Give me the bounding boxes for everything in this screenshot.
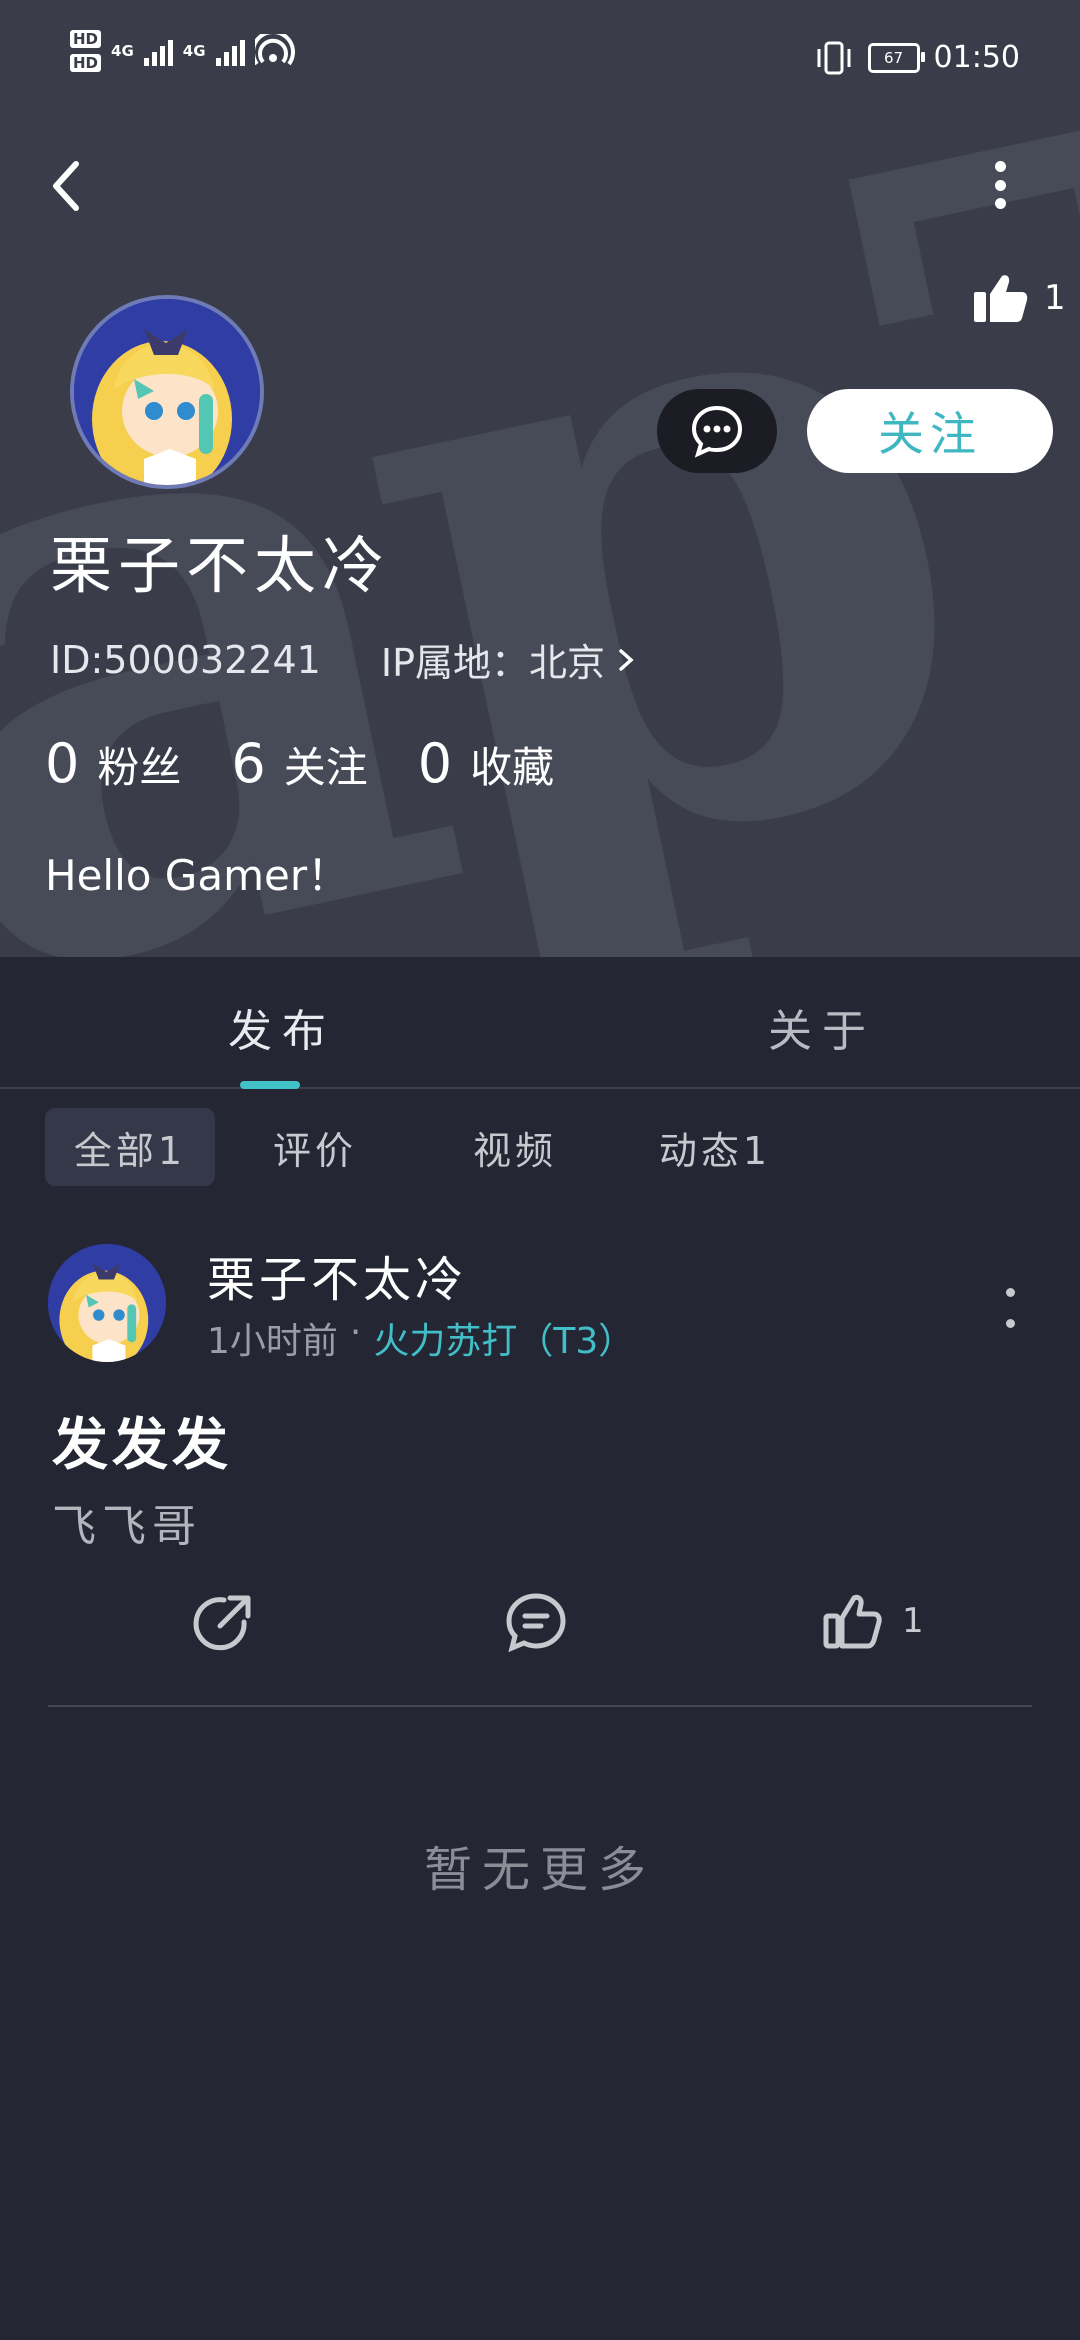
chip-videos[interactable]: 视频 [415,1108,615,1186]
chevron-left-icon [53,161,79,211]
signal-icon [143,36,173,66]
hd-badge-1: HD [70,30,102,48]
post-game-link[interactable]: 火力苏打（T3） [373,1312,634,1364]
message-button[interactable] [657,389,777,473]
thumbs-up-icon [823,1594,882,1649]
post-divider [48,1705,1032,1707]
stat-favorites[interactable]: 0 收藏 [418,732,554,795]
tab-about[interactable]: 关于 [768,995,876,1059]
ip-location-link[interactable]: IP属地：北京 [381,632,637,687]
vibrate-icon [817,41,851,74]
post-actions: 1 [0,1590,1080,1680]
stat-label: 关注 [283,743,368,792]
share-button[interactable] [190,1590,256,1656]
active-tab-indicator [240,1081,300,1089]
signal-icon-2 [215,36,245,66]
dot-icon [994,198,1006,209]
comment-icon [506,1593,566,1653]
network-type-1: 4G [111,42,134,60]
post-time: 1小时前 [207,1321,338,1362]
user-id: ID:500032241 [50,637,321,682]
post-meta: 1小时前 · 火力苏打（T3） [207,1312,634,1364]
status-right: 67 01:50 [814,40,1020,75]
chip-all[interactable]: 全部1 [45,1108,215,1186]
share-icon [193,1595,251,1651]
main-tabs: 发布 关于 [0,957,1080,1089]
stat-value: 0 [45,732,80,795]
no-more-text: 暂无更多 [423,1842,656,1898]
stat-followers[interactable]: 0 粉丝 [45,732,181,795]
network-type-2: 4G [182,42,206,60]
post-more-button[interactable] [1000,1288,1020,1328]
profile-stats: 0 粉丝 6 关注 0 收藏 [45,732,554,795]
post-body: 飞飞哥 [52,1501,202,1552]
filter-chips: 全部1 评价 视频 动态1 [45,1107,815,1187]
profile-bio: Hello Gamer！ [45,851,350,900]
stat-label: 收藏 [470,743,555,792]
ip-location: IP属地：北京 [380,641,605,685]
profile-like-count: 1 [1044,278,1066,318]
avatar-image [48,1244,166,1362]
back-button[interactable] [40,150,100,220]
stat-value: 0 [417,732,453,795]
chip-reviews[interactable]: 评价 [215,1108,415,1186]
chevron-right-icon [619,648,634,671]
post-avatar[interactable] [48,1244,166,1362]
dot-icon [1005,1288,1015,1297]
status-left: HD HD 4G 4G [70,30,295,72]
post-author[interactable]: 栗子不太冷 [207,1240,467,1310]
comment-button[interactable] [503,1590,569,1656]
hd-indicators: HD HD [70,30,102,72]
hotspot-icon [254,34,295,66]
hd-badge-2: HD [70,54,102,72]
avatar-image [74,299,260,485]
avatar[interactable] [70,295,264,489]
profile-username: 栗子不太冷 [50,529,391,602]
dot-icon [994,161,1006,172]
thumbs-up-icon [974,275,1028,322]
meta-separator: · [349,1312,362,1353]
stat-following[interactable]: 6 关注 [231,732,367,795]
profile-ids: ID:500032241 IP属地：北京 [50,632,637,687]
chat-bubble-icon [691,405,743,458]
stat-value: 6 [231,732,266,795]
like-button[interactable]: 1 [822,1590,924,1652]
more-options-button[interactable] [980,155,1020,215]
clock: 01:50 [933,40,1020,75]
tab-posts[interactable]: 发布 [228,995,336,1059]
dot-icon [1005,1319,1015,1328]
chip-moments[interactable]: 动态1 [615,1108,815,1186]
stat-label: 粉丝 [97,743,182,792]
status-bar: HD HD 4G 4G 67 01:50 [0,0,1080,120]
profile-like-button[interactable]: 1 [972,272,1066,324]
follow-button[interactable]: 关注 [807,389,1053,473]
like-count: 1 [902,1601,924,1641]
battery-icon: 67 [867,42,925,73]
dot-icon [994,179,1006,191]
post-title: 发发发 [52,1413,232,1478]
